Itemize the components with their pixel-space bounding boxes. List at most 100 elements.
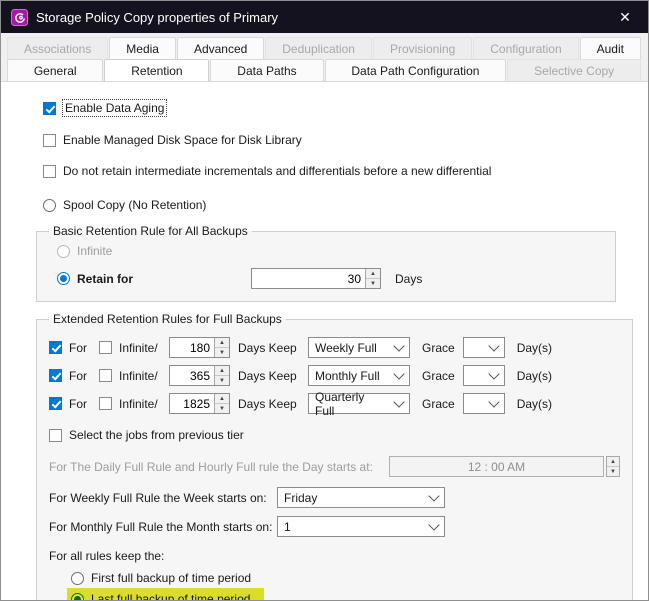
select-jobs-label: Select the jobs from previous tier [69,428,244,442]
basic-retention-group: Basic Retention Rule for All Backups Inf… [36,224,616,302]
week-start-value: Friday [284,491,317,505]
spin-down-icon[interactable]: ▼ [215,348,229,357]
first-full-label: First full backup of time period [91,571,251,585]
spin-down-icon[interactable]: ▼ [215,376,229,385]
close-icon[interactable]: ✕ [612,9,638,26]
ext1-days-keep-label: Days Keep [238,341,298,355]
day-start-time-field: 12 : 00 AM [389,456,604,477]
day-start-row: For The Daily Full Rule and Hourly Full … [49,456,620,477]
extended-rule-row: For Infinite/ ▲ ▼ Days Keep Monthly Full… [49,365,620,386]
ext1-unit-label: Day(s) [517,341,552,355]
retain-for-radio[interactable] [57,272,70,285]
ext3-for-checkbox[interactable] [49,397,62,410]
ext2-unit-label: Day(s) [517,369,552,383]
keep-rules-row: For all rules keep the: [49,549,620,563]
ext1-infinite-checkbox[interactable] [99,341,112,354]
last-full-radio[interactable] [71,593,84,601]
ext1-grace-dropdown[interactable] [463,337,505,358]
ext3-days-input[interactable] [170,394,214,413]
ext3-for-label: For [69,397,99,411]
tab-audit[interactable]: Audit [580,37,641,59]
spin-up-icon[interactable]: ▲ [215,366,229,376]
tab-media[interactable]: Media [109,37,176,59]
ext1-cycle-value: Weekly Full [315,341,377,355]
week-start-row: For Weekly Full Rule the Week starts on:… [49,487,620,508]
chevron-down-icon [393,368,404,379]
infinite-radio [57,245,70,258]
ext3-days-keep-label: Days Keep [238,397,298,411]
no-intermediate-checkbox[interactable] [43,165,56,178]
chevron-down-icon [393,340,404,351]
spin-down-icon[interactable]: ▼ [215,404,229,413]
storage-policy-dialog: Storage Policy Copy properties of Primar… [0,0,649,601]
spin-up-icon[interactable]: ▲ [215,394,229,404]
tab-data-path-configuration[interactable]: Data Path Configuration [325,59,507,81]
week-start-dropdown[interactable]: Friday [277,487,445,508]
ext3-grace-dropdown[interactable] [463,393,505,414]
ext1-days-field: ▲ ▼ [169,337,230,358]
spin-down-icon[interactable]: ▼ [607,467,619,476]
ext2-grace-dropdown[interactable] [463,365,505,386]
infinite-row: Infinite [57,244,603,258]
ext1-days-input[interactable] [170,338,214,357]
storage-policy-icon [11,9,28,26]
ext3-infinite-checkbox[interactable] [99,397,112,410]
spin-up-icon[interactable]: ▲ [607,457,619,467]
ext3-unit-label: Day(s) [517,397,552,411]
ext2-infinite-checkbox[interactable] [99,369,112,382]
tab-provisioning: Provisioning [373,37,472,59]
tab-deduplication: Deduplication [265,37,372,59]
ext1-cycle-dropdown[interactable]: Weekly Full [308,337,410,358]
last-full-row: Last full backup of time period [67,588,620,601]
retention-tab-content: Enable Data Aging Enable Managed Disk Sp… [1,81,648,601]
tab-associations: Associations [7,37,108,59]
day-start-label: For The Daily Full Rule and Hourly Full … [49,460,389,474]
ext3-cycle-dropdown[interactable]: Quarterly Full [308,393,410,414]
retain-for-label: Retain for [77,272,133,286]
ext3-days-spinner: ▲ ▼ [214,394,229,413]
tab-data-paths[interactable]: Data Paths [210,59,323,81]
spool-copy-row: Spool Copy (No Retention) [43,198,634,212]
ext2-days-input[interactable] [170,366,214,385]
managed-disk-space-checkbox[interactable] [43,134,56,147]
extended-rule-row: For Infinite/ ▲ ▼ Days Keep Quarterly Fu… [49,393,620,414]
spool-copy-radio[interactable] [43,199,56,212]
enable-data-aging-checkbox[interactable] [43,102,56,115]
ext1-for-checkbox[interactable] [49,341,62,354]
chevron-down-icon [428,490,439,501]
tab-advanced[interactable]: Advanced [177,37,264,59]
ext1-days-spinner: ▲ ▼ [214,338,229,357]
ext2-days-spinner: ▲ ▼ [214,366,229,385]
month-start-row: For Monthly Full Rule the Month starts o… [49,516,620,537]
title-bar: Storage Policy Copy properties of Primar… [1,1,648,33]
extended-rule-row: For Infinite/ ▲ ▼ Days Keep Weekly Full … [49,337,620,358]
tab-general[interactable]: General [7,59,103,81]
managed-disk-space-label: Enable Managed Disk Space for Disk Libra… [63,133,302,147]
last-full-label: Last full backup of time period [91,592,250,601]
tab-configuration: Configuration [473,37,578,59]
spin-down-icon[interactable]: ▼ [366,279,380,288]
week-start-label: For Weekly Full Rule the Week starts on: [49,491,277,505]
spin-up-icon[interactable]: ▲ [366,269,380,279]
tab-retention[interactable]: Retention [104,59,209,81]
basic-retention-title: Basic Retention Rule for All Backups [49,224,252,238]
ext2-days-field: ▲ ▼ [169,365,230,386]
select-jobs-checkbox[interactable] [49,429,62,442]
tab-strip: Associations Media Advanced Deduplicatio… [1,33,648,81]
month-start-value: 1 [284,520,291,534]
extended-retention-title: Extended Retention Rules for Full Backup… [49,312,286,326]
enable-data-aging-label: Enable Data Aging [63,100,166,116]
retain-days-spinner: ▲ ▼ [365,269,380,288]
month-start-dropdown[interactable]: 1 [277,516,445,537]
managed-disk-space-row: Enable Managed Disk Space for Disk Libra… [43,133,634,147]
last-full-highlight-wrap: Last full backup of time period [67,588,264,601]
ext2-cycle-dropdown[interactable]: Monthly Full [308,365,410,386]
retain-days-input[interactable] [252,269,365,288]
day-start-spinner: ▲ ▼ [606,456,620,477]
spin-up-icon[interactable]: ▲ [215,338,229,348]
ext2-for-label: For [69,369,99,383]
ext1-infinite-label: Infinite/ [119,341,169,355]
ext1-grace-label: Grace [422,341,455,355]
first-full-radio[interactable] [71,572,84,585]
ext2-for-checkbox[interactable] [49,369,62,382]
